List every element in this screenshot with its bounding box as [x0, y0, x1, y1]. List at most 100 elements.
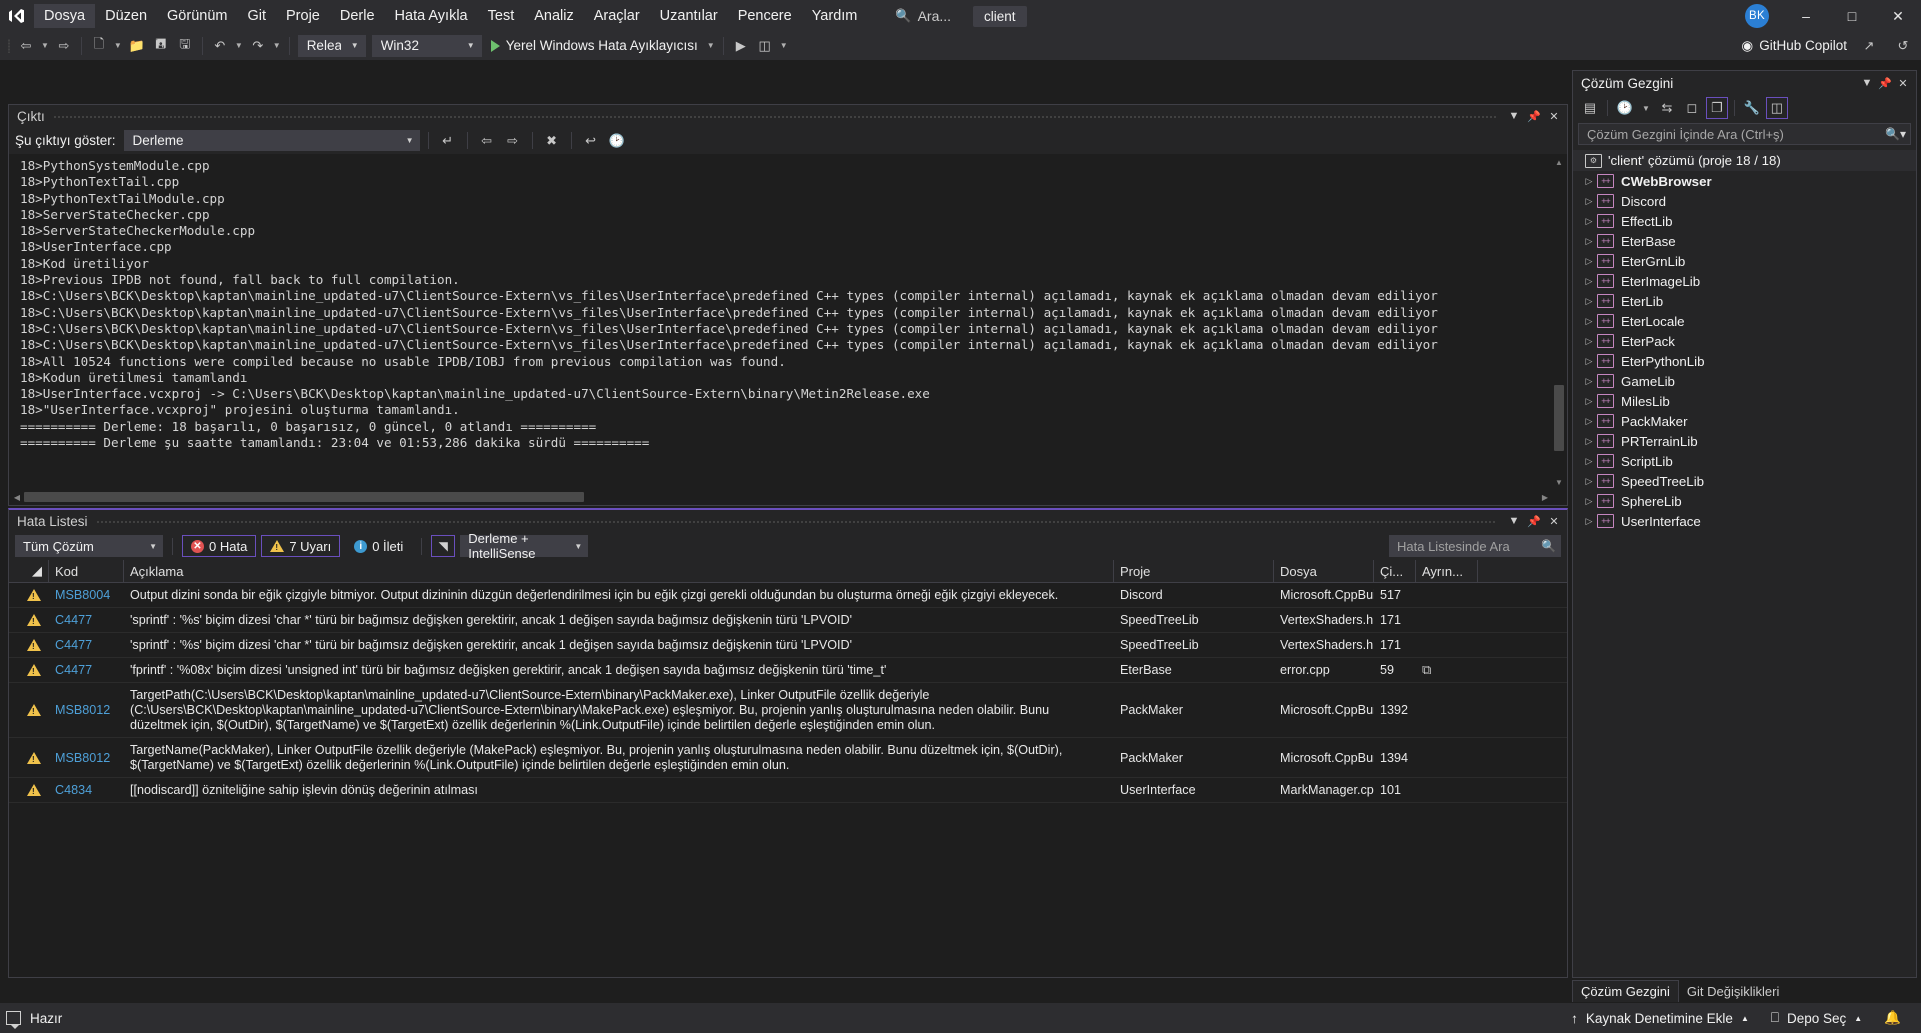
output-text-content[interactable]: 18>PythonSystemModule.cpp 18>PythonTextT… — [10, 155, 1552, 489]
new-project-dropdown-icon[interactable]: ▼ — [111, 41, 125, 50]
project-node-gamelib[interactable]: ▷++GameLib — [1573, 371, 1916, 391]
select-repository-button[interactable]: ⎕ Depo Seç ▲ — [1771, 1010, 1862, 1026]
solution-root-node[interactable]: ⚙ 'client' çözümü (proje 18 / 18) — [1573, 150, 1916, 171]
solution-overview-icon[interactable]: ▤ — [1579, 97, 1601, 119]
project-node-eterpack[interactable]: ▷++EterPack — [1573, 331, 1916, 351]
close-icon[interactable]: ✕ — [1894, 74, 1912, 92]
chevron-right-icon[interactable]: ▷ — [1581, 236, 1597, 247]
row-code-cell[interactable]: C4477 — [49, 608, 124, 632]
start-debugging-button[interactable]: Yerel Windows Hata Ayıklayıcısı — [485, 34, 704, 58]
close-icon[interactable]: ✕ — [1545, 512, 1563, 530]
solution-platform-dropdown[interactable]: Win32 ▼ — [372, 35, 482, 57]
window-layout-icon[interactable]: ◫ — [753, 34, 777, 58]
undo-icon[interactable]: ↶ — [208, 34, 232, 58]
menu-item-proje[interactable]: Proje — [276, 4, 330, 28]
column-header-line[interactable]: Çi... — [1374, 560, 1416, 582]
share-icon[interactable]: ↗ — [1857, 34, 1881, 58]
solution-name-chip[interactable]: client — [973, 6, 1027, 27]
window-layout-dropdown-icon[interactable]: ▼ — [777, 41, 791, 50]
menu-item-dosya[interactable]: Dosya — [34, 4, 95, 28]
error-list-drag-area[interactable] — [96, 510, 1497, 532]
table-row[interactable]: MSB8012TargetName(PackMaker), Linker Out… — [9, 738, 1567, 778]
pin-icon[interactable]: 📌 — [1525, 107, 1543, 125]
github-copilot-button[interactable]: ◉ GitHub Copilot — [1741, 38, 1847, 54]
row-code-cell[interactable]: MSB8012 — [49, 738, 124, 777]
menu-item-derle[interactable]: Derle — [330, 4, 385, 28]
redo-icon[interactable]: ↷ — [246, 34, 270, 58]
solution-configuration-dropdown[interactable]: Release ▼ — [298, 35, 366, 57]
scroll-track[interactable] — [24, 490, 1538, 504]
copy-icon[interactable]: ⧉ — [1422, 662, 1431, 678]
warnings-filter-button[interactable]: 7 Uyarı — [261, 535, 340, 557]
navigate-back-dropdown-icon[interactable]: ▼ — [38, 41, 52, 50]
row-details-cell[interactable]: ⧉ — [1416, 658, 1478, 682]
menu-item-analiz[interactable]: Analiz — [524, 4, 584, 28]
dropdown-icon[interactable]: ▼ — [1505, 512, 1523, 530]
open-file-icon[interactable]: 📁 — [125, 34, 149, 58]
scroll-right-icon[interactable]: ▶ — [1538, 490, 1552, 504]
live-share-icon[interactable]: ↺ — [1891, 34, 1915, 58]
chevron-right-icon[interactable]: ▷ — [1581, 436, 1597, 447]
chevron-right-icon[interactable]: ▷ — [1581, 496, 1597, 507]
chevron-right-icon[interactable]: ▷ — [1581, 376, 1597, 387]
error-scope-dropdown[interactable]: Tüm Çözüm ▼ — [15, 535, 163, 557]
chevron-right-icon[interactable]: ▷ — [1581, 516, 1597, 527]
column-header-project[interactable]: Proje — [1114, 560, 1274, 582]
project-node-scriptlib[interactable]: ▷++ScriptLib — [1573, 451, 1916, 471]
menu-item-uzantilar[interactable]: Uzantılar — [650, 4, 728, 28]
menu-item-test[interactable]: Test — [478, 4, 525, 28]
chevron-right-icon[interactable]: ▷ — [1581, 196, 1597, 207]
project-node-mileslib[interactable]: ▷++MilesLib — [1573, 391, 1916, 411]
chevron-right-icon[interactable]: ▷ — [1581, 396, 1597, 407]
pin-icon[interactable]: 📌 — [1525, 512, 1543, 530]
pin-icon[interactable]: 📌 — [1876, 74, 1894, 92]
row-code-cell[interactable]: C4477 — [49, 658, 124, 682]
close-icon[interactable]: ✕ — [1875, 0, 1921, 32]
dropdown-icon[interactable]: ▼ — [1505, 107, 1523, 125]
project-node-prterrainlib[interactable]: ▷++PRTerrainLib — [1573, 431, 1916, 451]
project-node-userinterface[interactable]: ▷++UserInterface — [1573, 511, 1916, 531]
navigate-forward-icon[interactable]: ⇨ — [52, 34, 76, 58]
project-node-eterbase[interactable]: ▷++EterBase — [1573, 231, 1916, 251]
minimize-icon[interactable]: ‒ — [1783, 0, 1829, 32]
project-node-speedtreelib[interactable]: ▷++SpeedTreeLib — [1573, 471, 1916, 491]
output-panel-drag-area[interactable] — [53, 105, 1497, 127]
global-search[interactable]: 🔍 Ara... — [895, 5, 951, 27]
chevron-right-icon[interactable]: ▷ — [1581, 456, 1597, 467]
solution-explorer-search-input[interactable]: Çözüm Gezgini İçinde Ara (Ctrl+ş) 🔍▾ — [1578, 123, 1911, 145]
chevron-right-icon[interactable]: ▷ — [1581, 296, 1597, 307]
project-node-effectlib[interactable]: ▷++EffectLib — [1573, 211, 1916, 231]
scroll-up-icon[interactable]: ▲ — [1552, 155, 1566, 169]
error-list-search-input[interactable]: Hata Listesinde Ara 🔍 — [1389, 535, 1561, 557]
undo-dropdown-icon[interactable]: ▼ — [232, 41, 246, 50]
output-vertical-scrollbar[interactable]: ▲ ▼ — [1552, 155, 1566, 489]
chevron-down-icon[interactable]: ▼ — [1639, 104, 1653, 113]
start-debugging-dropdown-icon[interactable]: ▼ — [704, 41, 718, 50]
column-header-file[interactable]: Dosya — [1274, 560, 1374, 582]
table-row[interactable]: MSB8004Output dizini sonda bir eğik çizg… — [9, 583, 1567, 608]
chevron-right-icon[interactable]: ▷ — [1581, 476, 1597, 487]
project-node-discord[interactable]: ▷++Discord — [1573, 191, 1916, 211]
project-node-packmaker[interactable]: ▷++PackMaker — [1573, 411, 1916, 431]
next-message-icon[interactable]: ⇨ — [502, 130, 524, 152]
column-header-details[interactable]: Ayrın... — [1416, 560, 1478, 582]
table-row[interactable]: C4477'fprintf' : '%08x' biçim dizesi 'un… — [9, 658, 1567, 683]
table-row[interactable]: C4834[[nodiscard]] özniteliğine sahip iş… — [9, 778, 1567, 803]
menu-item-duzen[interactable]: Düzen — [95, 4, 157, 28]
clear-all-icon[interactable]: ✖ — [541, 130, 563, 152]
column-header-description[interactable]: Açıklama — [124, 560, 1114, 582]
table-row[interactable]: C4477'sprintf' : '%s' biçim dizesi 'char… — [9, 608, 1567, 633]
attach-process-icon[interactable]: ▶ — [729, 34, 753, 58]
scroll-thumb[interactable] — [24, 492, 584, 502]
project-node-cwebbrowser[interactable]: ▷++CWebBrowser — [1573, 171, 1916, 191]
error-source-dropdown[interactable]: Derleme + IntelliSense ▼ — [460, 535, 588, 557]
project-node-spherelib[interactable]: ▷++SphereLib — [1573, 491, 1916, 511]
new-project-icon[interactable]: 🗋 — [87, 34, 111, 58]
notifications-button[interactable]: 🔔 — [1884, 1010, 1901, 1026]
chevron-right-icon[interactable]: ▷ — [1581, 316, 1597, 327]
save-icon[interactable]: 🖪 — [149, 34, 173, 58]
output-horizontal-scrollbar[interactable]: ◀ ▶ — [10, 490, 1552, 504]
show-all-files-icon[interactable]: ❐ — [1706, 97, 1728, 119]
toolbar-grip[interactable] — [4, 36, 14, 56]
sync-with-active-document-icon[interactable]: ⇆ — [1656, 97, 1678, 119]
